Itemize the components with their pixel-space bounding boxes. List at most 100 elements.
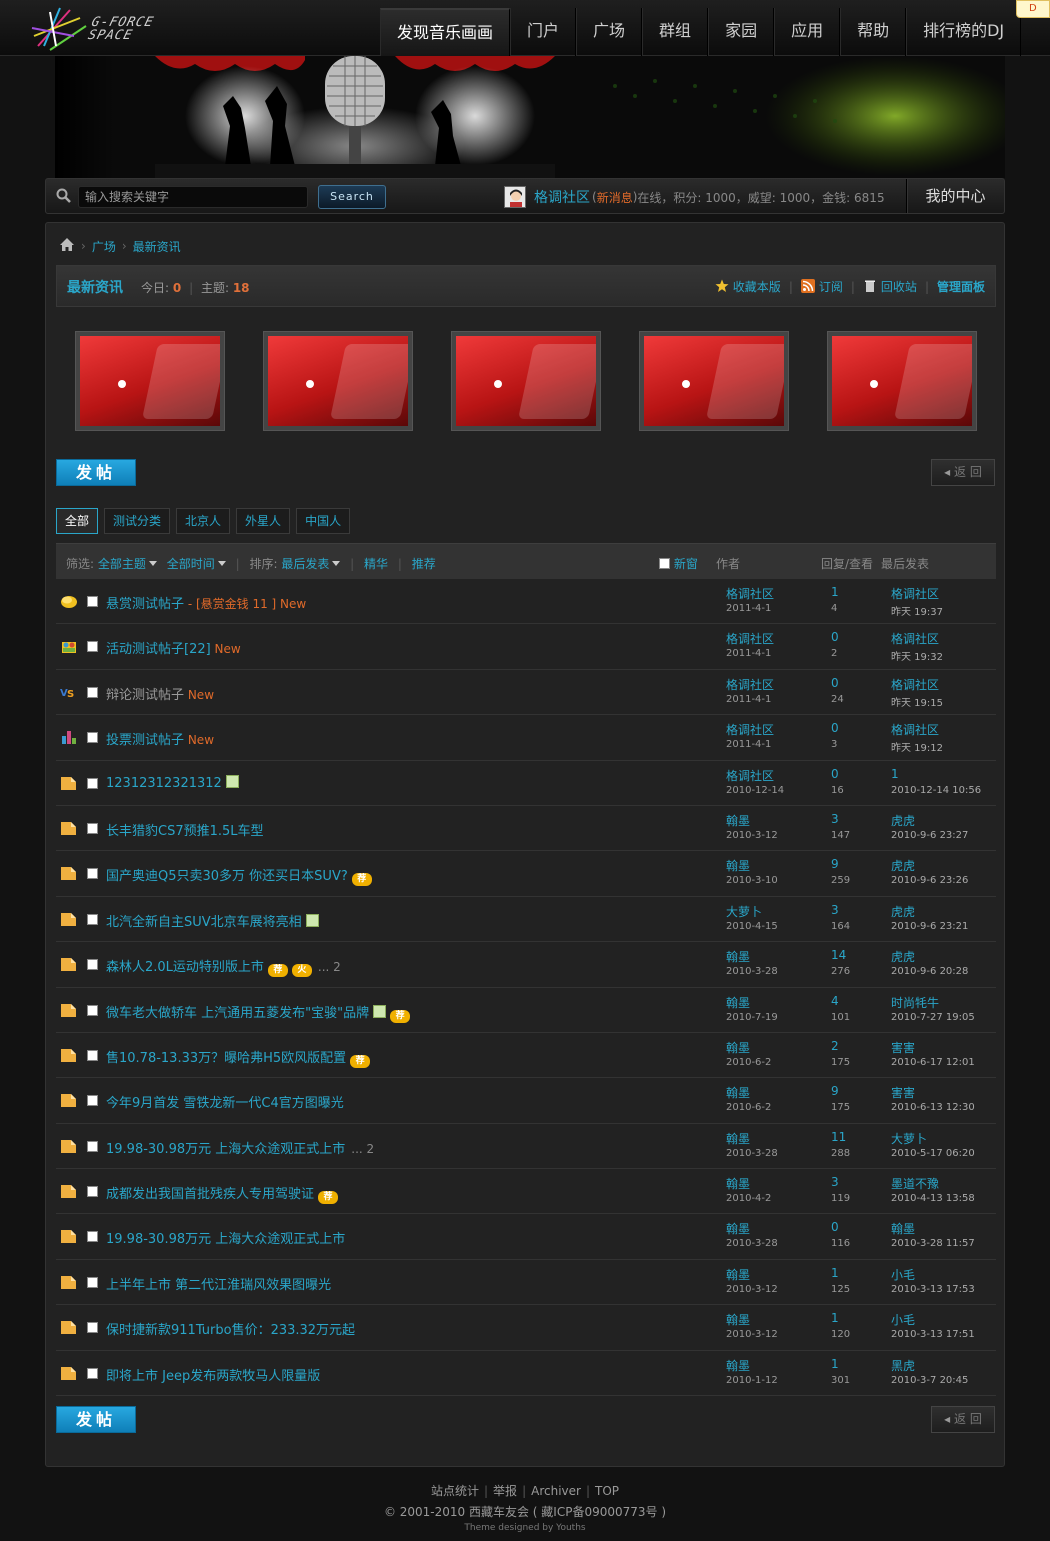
thread-author[interactable]: 格调社区 bbox=[726, 630, 774, 647]
table-row[interactable]: V S 辩论测试帖子 New 格调社区 2011-4-1 0 24 格调社区 昨天 19:15 bbox=[56, 670, 996, 716]
thread-author[interactable]: 格调社区 bbox=[726, 585, 774, 602]
thread-replies[interactable]: 9 bbox=[831, 857, 839, 871]
table-row[interactable]: 投票测试帖子 New 格调社区 2011-4-1 0 3 格调社区 昨天 19:12 bbox=[56, 715, 996, 761]
table-row[interactable]: 19.98-30.98万元 上海大众途观正式上市 翰墨 2010-3-28 0 116 翰… bbox=[56, 1214, 996, 1260]
nav-item[interactable]: 排行榜的DJ bbox=[906, 8, 1022, 56]
nav-item[interactable]: 家园 bbox=[708, 8, 775, 56]
breadcrumb-item[interactable]: 最新资讯 bbox=[133, 238, 181, 255]
category-tab[interactable]: 中国人 bbox=[296, 508, 351, 534]
thumbnail[interactable] bbox=[639, 331, 789, 431]
last-poster[interactable]: 格调社区 bbox=[891, 585, 939, 602]
thread-replies[interactable]: 14 bbox=[831, 948, 846, 962]
thread-replies[interactable]: 4 bbox=[831, 994, 839, 1008]
new-post-button-bottom[interactable]: 发帖 bbox=[56, 1406, 136, 1433]
thread-replies[interactable]: 3 bbox=[831, 1175, 839, 1189]
sort-dropdown[interactable]: 最后发表 bbox=[281, 557, 341, 571]
category-tab[interactable]: 外星人 bbox=[236, 508, 291, 534]
thread-title-link[interactable]: 保时捷新款911Turbo售价：233.32万元起 bbox=[106, 1323, 355, 1338]
last-poster[interactable]: 格调社区 bbox=[891, 630, 939, 647]
thread-checkbox[interactable] bbox=[87, 1186, 98, 1198]
footer-link-stats[interactable]: 站点统计 bbox=[431, 1484, 479, 1498]
last-poster[interactable]: 虎虎 bbox=[891, 812, 915, 829]
thread-title-link[interactable]: 12312312321312 bbox=[106, 776, 222, 791]
search-button[interactable]: Search bbox=[318, 185, 386, 209]
thumbnail[interactable] bbox=[451, 331, 601, 431]
table-row[interactable]: 活动测试帖子[22] New 格调社区 2011-4-1 0 2 格调社区 昨天 19:32 bbox=[56, 624, 996, 670]
thread-author[interactable]: 大萝卜 bbox=[726, 903, 762, 920]
thread-author[interactable]: 翰墨 bbox=[726, 1220, 750, 1237]
search-input[interactable]: 输入搜索关键字 bbox=[78, 186, 308, 208]
last-poster[interactable]: 虎虎 bbox=[891, 903, 915, 920]
thread-checkbox[interactable] bbox=[87, 1322, 98, 1334]
thread-replies[interactable]: 0 bbox=[831, 767, 839, 781]
table-row[interactable]: 12312312321312 格调社区 2010-12-14 0 16 1 2010-12-… bbox=[56, 761, 996, 806]
footer-link-archiver[interactable]: Archiver bbox=[531, 1484, 581, 1498]
thread-author[interactable]: 格调社区 bbox=[726, 767, 774, 784]
last-poster[interactable]: 小毛 bbox=[891, 1311, 915, 1328]
nav-item[interactable]: 广场 bbox=[576, 8, 643, 56]
thread-replies[interactable]: 0 bbox=[831, 1220, 839, 1234]
category-tab[interactable]: 测试分类 bbox=[104, 508, 171, 534]
thread-checkbox[interactable] bbox=[87, 822, 98, 834]
thread-replies[interactable]: 1 bbox=[831, 585, 839, 599]
last-poster[interactable]: 害害 bbox=[891, 1084, 915, 1101]
thumbnail[interactable] bbox=[263, 331, 413, 431]
thread-title-link[interactable]: 森林人2.0L运动特别版上市 bbox=[106, 960, 264, 975]
table-row[interactable]: 保时捷新款911Turbo售价：233.32万元起 翰墨 2010-3-12 1 120… bbox=[56, 1305, 996, 1351]
thread-replies[interactable]: 3 bbox=[831, 812, 839, 826]
thread-checkbox[interactable] bbox=[87, 913, 98, 925]
nav-item[interactable]: 帮助 bbox=[840, 8, 907, 56]
table-row[interactable]: 售10.78-13.33万？曝哈弗H5欧风版配置荐 翰墨 2010-6-2 2 175 害… bbox=[56, 1033, 996, 1079]
breadcrumb-item[interactable]: 广场 bbox=[92, 238, 116, 255]
category-tab[interactable]: 北京人 bbox=[176, 508, 231, 534]
corner-tag[interactable]: D bbox=[1016, 0, 1050, 18]
recommend-link[interactable]: 推荐 bbox=[412, 557, 436, 571]
table-row[interactable]: 即将上市 Jeep发布两款牧马人限量版 翰墨 2010-1-12 1 301 黑虎 2010… bbox=[56, 1351, 996, 1397]
thread-author[interactable]: 格调社区 bbox=[726, 676, 774, 693]
last-poster[interactable]: 时尚牦牛 bbox=[891, 994, 939, 1011]
thread-author[interactable]: 格调社区 bbox=[726, 721, 774, 738]
thread-title-link[interactable]: 投票测试帖子 bbox=[106, 733, 184, 748]
table-row[interactable]: 19.98-30.98万元 上海大众途观正式上市 ... 2 翰墨 2010-3-28… bbox=[56, 1124, 996, 1170]
table-row[interactable]: 上半年上市 第二代江淮瑞风效果图曝光 翰墨 2010-3-12 1 125 小毛 2010-… bbox=[56, 1260, 996, 1306]
last-poster[interactable]: 虎虎 bbox=[891, 948, 915, 965]
thread-checkbox[interactable] bbox=[87, 1095, 98, 1107]
thread-checkbox[interactable] bbox=[87, 1367, 98, 1379]
site-logo[interactable]: G-FORCE SPACE bbox=[30, 6, 180, 52]
thread-title-link[interactable]: 国产奥迪Q5只卖30多万 你还买日本SUV? bbox=[106, 869, 348, 884]
thread-title-link[interactable]: 微车老大做轿车 上汽通用五菱发布"宝骏"品牌 bbox=[106, 1006, 369, 1021]
last-poster[interactable]: 小毛 bbox=[891, 1266, 915, 1283]
thread-replies[interactable]: 9 bbox=[831, 1084, 839, 1098]
nav-item[interactable]: 应用 bbox=[774, 8, 841, 56]
thread-title-link[interactable]: 19.98-30.98万元 上海大众途观正式上市 bbox=[106, 1232, 345, 1247]
nav-item[interactable]: 群组 bbox=[642, 8, 709, 56]
thread-author[interactable]: 翰墨 bbox=[726, 1039, 750, 1056]
thread-replies[interactable]: 3 bbox=[831, 903, 839, 917]
category-tab[interactable]: 全部 bbox=[56, 508, 99, 534]
last-poster[interactable]: 害害 bbox=[891, 1039, 915, 1056]
my-center-button[interactable]: 我的中心 bbox=[906, 179, 1004, 213]
all-time-dropdown[interactable]: 全部时间 bbox=[167, 557, 226, 571]
thread-checkbox[interactable] bbox=[87, 641, 98, 653]
thread-author[interactable]: 翰墨 bbox=[726, 1357, 750, 1374]
thread-checkbox[interactable] bbox=[87, 1004, 98, 1016]
table-row[interactable]: 森林人2.0L运动特别版上市荐火 ... 2 翰墨 2010-3-28 14 276 虎虎 2… bbox=[56, 942, 996, 988]
thread-title-link[interactable]: 悬赏测试帖子 bbox=[106, 597, 184, 612]
home-icon[interactable] bbox=[59, 237, 75, 255]
thread-title-link[interactable]: 售10.78-13.33万？曝哈弗H5欧风版配置 bbox=[106, 1051, 346, 1066]
table-row[interactable]: 长丰猎豹CS7预推1.5L车型 翰墨 2010-3-12 3 147 虎虎 2010-9-6… bbox=[56, 806, 996, 852]
thread-checkbox[interactable] bbox=[87, 868, 98, 880]
favorite-link[interactable]: 收藏本版 bbox=[715, 278, 781, 295]
thread-title-link[interactable]: 北汽全新自主SUV北京车展将亮相 bbox=[106, 915, 302, 930]
last-poster[interactable]: 大萝卜 bbox=[891, 1130, 927, 1147]
thread-checkbox[interactable] bbox=[87, 596, 98, 607]
thread-checkbox[interactable] bbox=[87, 1140, 98, 1152]
thread-checkbox[interactable] bbox=[87, 959, 98, 971]
last-poster[interactable]: 翰墨 bbox=[891, 1220, 915, 1237]
thread-replies[interactable]: 0 bbox=[831, 630, 839, 644]
all-topics-dropdown[interactable]: 全部主题 bbox=[98, 557, 157, 571]
table-row[interactable]: 悬赏测试帖子 - [悬赏金钱 11 ] New 格调社区 2011-4-1 1 4 格调社… bbox=[56, 579, 996, 625]
thread-replies[interactable]: 11 bbox=[831, 1130, 846, 1144]
table-row[interactable]: 微车老大做轿车 上汽通用五菱发布"宝骏"品牌 荐 翰墨 2010-7-19 4 101 时尚… bbox=[56, 988, 996, 1033]
back-button-bottom[interactable]: ◂ 返 回 bbox=[931, 1406, 995, 1433]
